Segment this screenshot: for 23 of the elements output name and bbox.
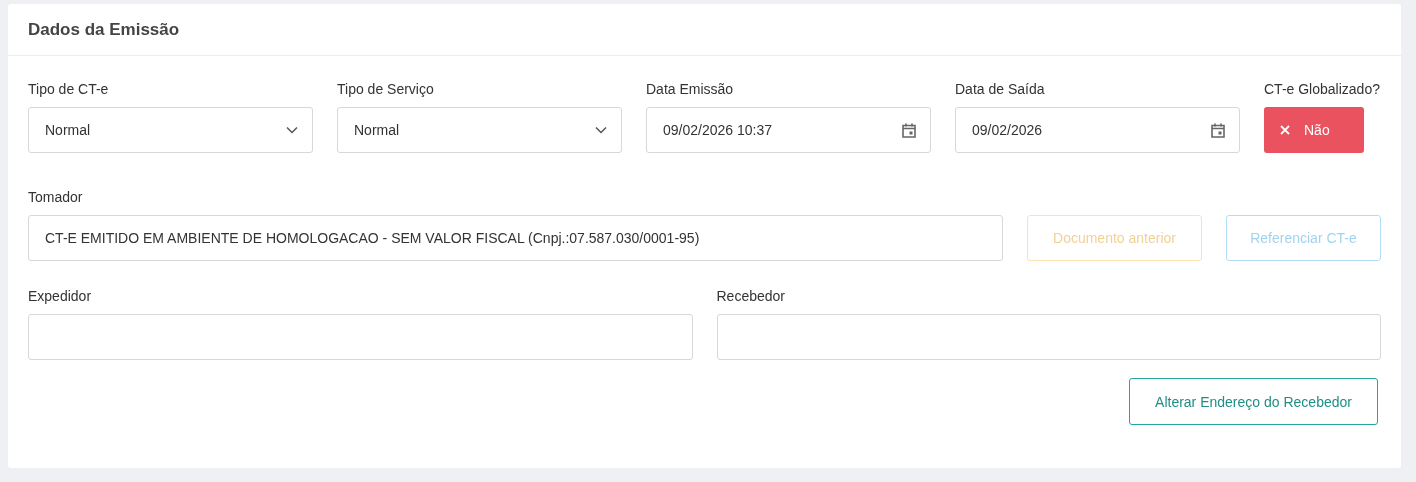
field-label: Data Emissão	[646, 81, 734, 97]
select-field[interactable]: Normal	[28, 107, 313, 153]
date-field[interactable]: 09/02/2026	[955, 107, 1240, 153]
field-label: Recebedor	[716, 288, 785, 304]
close-icon	[1280, 125, 1290, 135]
toggle-button[interactable]: Não	[1264, 107, 1364, 153]
field-label: CT-e Globalizado?	[1264, 81, 1380, 97]
input-field[interactable]	[716, 314, 1381, 360]
input-field[interactable]: CT-E EMITIDO EM AMBIENTE DE HOMOLOGACAO - SEM VALOR FISCAL (Cnpj.:07.587.030/0001-95)	[28, 215, 1003, 261]
chevron-down-icon	[286, 126, 298, 134]
calendar-icon	[902, 122, 916, 138]
change-address-button[interactable]: Alterar Endereço do Recebedor	[1129, 378, 1378, 425]
field-label: Tipo de CT-e	[28, 81, 109, 97]
select-field[interactable]: Normal	[337, 107, 622, 153]
card-title: Dados da Emissão	[28, 19, 180, 40]
input-field[interactable]	[28, 314, 693, 360]
field-label: Expedidor	[28, 288, 92, 304]
field-label: Tomador	[28, 189, 83, 205]
field-label: Data de Saída	[955, 81, 1045, 97]
field-label: Tipo de Serviço	[337, 81, 434, 97]
calendar-icon	[1211, 122, 1225, 138]
date-field[interactable]: 09/02/2026 10:37	[646, 107, 931, 153]
chevron-down-icon	[595, 126, 607, 134]
